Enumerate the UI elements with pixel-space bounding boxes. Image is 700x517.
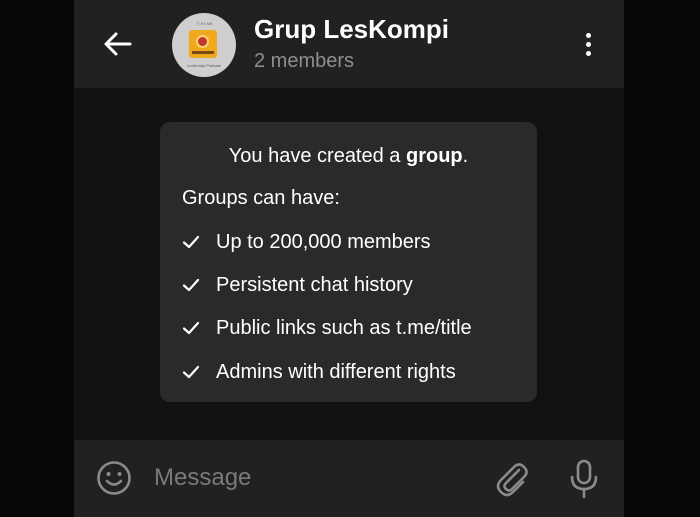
attach-button[interactable] (494, 460, 530, 498)
paperclip-icon (496, 463, 528, 497)
feature-text: Public links such as t.me/title (216, 316, 472, 339)
service-message-subheading: Groups can have: (182, 187, 340, 209)
chat-screen: ⓔ Ex.Mit LesKompi Podcast Grup LesKompi … (74, 0, 624, 517)
voice-message-button[interactable] (566, 459, 602, 499)
avatar-caption: LesKompi Podcast (187, 63, 221, 68)
message-input[interactable] (154, 458, 474, 498)
check-icon (182, 365, 200, 379)
member-count: 2 members (254, 50, 355, 72)
title-bold: group (405, 145, 463, 167)
chat-header: ⓔ Ex.Mit LesKompi Podcast Grup LesKompi … (74, 0, 624, 88)
avatar-top-text: ⓔ Ex.Mit (195, 21, 213, 26)
check-icon (182, 235, 200, 249)
feature-text: Persistent chat history (216, 273, 413, 296)
more-options-button[interactable] (570, 24, 606, 64)
message-input-bar (74, 440, 624, 517)
microphone-icon (570, 459, 598, 499)
title-suffix: . (462, 145, 469, 167)
feature-text: Up to 200,000 members (216, 230, 431, 253)
avatar-podcast-art (189, 30, 217, 58)
more-vertical-icon-dot (585, 41, 591, 47)
feature-item: Up to 200,000 members (182, 228, 431, 256)
smiley-icon (97, 461, 131, 495)
group-created-service-message: You have created a group. Groups can hav… (160, 122, 537, 402)
chat-title[interactable]: Grup LesKompi (254, 14, 449, 45)
back-button[interactable] (96, 22, 140, 66)
arrow-left-icon (104, 32, 132, 56)
service-message-title: You have created a group. (160, 145, 537, 168)
feature-item: Persistent chat history (182, 271, 413, 299)
emoji-button[interactable] (96, 460, 132, 496)
feature-item: Admins with different rights (182, 358, 456, 386)
feature-item: Public links such as t.me/title (182, 314, 472, 342)
title-prefix: You have created a (228, 145, 406, 167)
more-vertical-icon-dot (585, 50, 591, 56)
check-icon (182, 278, 200, 292)
check-icon (182, 321, 200, 335)
group-avatar[interactable]: ⓔ Ex.Mit LesKompi Podcast (172, 13, 236, 77)
more-vertical-icon (585, 32, 591, 38)
feature-text: Admins with different rights (216, 360, 456, 383)
